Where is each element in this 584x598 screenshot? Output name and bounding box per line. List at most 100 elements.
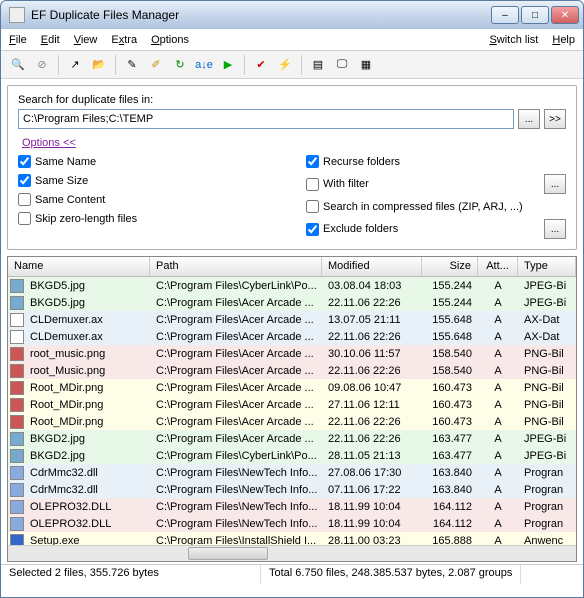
menu-help[interactable]: Help <box>552 34 575 46</box>
col-type[interactable]: Type <box>518 257 576 276</box>
list-body[interactable]: BKGD5.jpgC:\Program Files\CyberLink\Po..… <box>8 277 576 545</box>
cell-att: A <box>478 535 518 546</box>
cell-att: A <box>478 416 518 428</box>
cell-att: A <box>478 433 518 445</box>
sort-button[interactable]: a↓e <box>193 54 215 76</box>
menu-view[interactable]: View <box>74 34 98 46</box>
table-row[interactable]: BKGD2.jpgC:\Program Files\Acer Arcade ..… <box>8 430 576 447</box>
refresh-icon: ↻ <box>175 58 184 71</box>
search-label: Search for duplicate files in: <box>18 94 566 106</box>
table-row[interactable]: OLEPRO32.DLLC:\Program Files\NewTech Inf… <box>8 515 576 532</box>
col-name[interactable]: Name <box>8 257 150 276</box>
table-row[interactable]: CdrMmc32.dllC:\Program Files\NewTech Inf… <box>8 464 576 481</box>
table-row[interactable]: CdrMmc32.dllC:\Program Files\NewTech Inf… <box>8 481 576 498</box>
exclude-config-button[interactable]: ... <box>544 219 566 239</box>
table-row[interactable]: BKGD5.jpgC:\Program Files\Acer Arcade ..… <box>8 294 576 311</box>
menu-options[interactable]: Options <box>151 34 189 46</box>
cell-name: BKGD5.jpg <box>24 297 150 309</box>
col-attributes[interactable]: Att... <box>478 257 518 276</box>
search-button[interactable]: 🔍 <box>7 54 29 76</box>
brush-button[interactable]: ✐ <box>145 54 167 76</box>
cell-modified: 03.08.04 18:03 <box>322 280 422 292</box>
cell-name: CdrMmc32.dll <box>24 484 150 496</box>
menu-switch-list[interactable]: Switch list <box>489 34 538 46</box>
stop-button[interactable]: ⊘ <box>31 54 53 76</box>
opt-with-filter[interactable]: With filter <box>306 178 540 191</box>
menu-file[interactable]: File <box>9 34 27 46</box>
horizontal-scrollbar[interactable] <box>8 545 576 561</box>
edit-button[interactable]: ✎ <box>121 54 143 76</box>
cell-att: A <box>478 382 518 394</box>
table-row[interactable]: Root_MDir.pngC:\Program Files\Acer Arcad… <box>8 379 576 396</box>
flash-button[interactable]: ⚡ <box>274 54 296 76</box>
options-toggle[interactable]: Options << <box>22 137 76 149</box>
opt-same-content[interactable]: Same Content <box>18 193 306 206</box>
search-panel: Search for duplicate files in: ... >> Op… <box>7 85 577 250</box>
browse-button[interactable]: ... <box>518 109 540 129</box>
opt-same-name[interactable]: Same Name <box>18 155 306 168</box>
col-modified[interactable]: Modified <box>322 257 422 276</box>
export-button[interactable]: ▦ <box>355 54 377 76</box>
col-path[interactable]: Path <box>150 257 322 276</box>
app-icon <box>9 7 25 23</box>
opt-recurse[interactable]: Recurse folders <box>306 155 566 168</box>
refresh-button[interactable]: ↻ <box>169 54 191 76</box>
file-icon <box>10 534 24 546</box>
opt-compressed[interactable]: Search in compressed files (ZIP, ARJ, ..… <box>306 200 566 213</box>
folder-button[interactable]: 📂 <box>88 54 110 76</box>
cell-modified: 27.08.06 17:30 <box>322 467 422 479</box>
cell-modified: 28.11.00 03:23 <box>322 535 422 546</box>
maximize-button[interactable]: □ <box>521 6 549 24</box>
file-icon <box>10 432 24 446</box>
table-row[interactable]: Root_MDir.pngC:\Program Files\Acer Arcad… <box>8 396 576 413</box>
cell-size: 155.244 <box>422 280 478 292</box>
cell-modified: 30.10.06 11:57 <box>322 348 422 360</box>
go-button[interactable]: ▶ <box>217 54 239 76</box>
cell-name: root_Music.png <box>24 365 150 377</box>
cell-type: Progran <box>518 484 576 496</box>
cell-size: 165.888 <box>422 535 478 546</box>
menu-extra[interactable]: Extra <box>111 34 137 46</box>
cell-name: OLEPRO32.DLL <box>24 518 150 530</box>
table-row[interactable]: CLDemuxer.axC:\Program Files\Acer Arcade… <box>8 328 576 345</box>
cell-name: Root_MDir.png <box>24 399 150 411</box>
table-row[interactable]: Root_MDir.pngC:\Program Files\Acer Arcad… <box>8 413 576 430</box>
file-icon <box>10 398 24 412</box>
cell-path: C:\Program Files\Acer Arcade ... <box>150 331 322 343</box>
col-size[interactable]: Size <box>422 257 478 276</box>
open-button[interactable]: ↗ <box>64 54 86 76</box>
cell-path: C:\Program Files\NewTech Info... <box>150 484 322 496</box>
cell-att: A <box>478 348 518 360</box>
path-input[interactable] <box>18 109 514 129</box>
table-row[interactable]: BKGD5.jpgC:\Program Files\CyberLink\Po..… <box>8 277 576 294</box>
filter-config-button[interactable]: ... <box>544 174 566 194</box>
scrollbar-thumb[interactable] <box>188 547 268 560</box>
cell-modified: 07.11.06 17:22 <box>322 484 422 496</box>
opt-same-size[interactable]: Same Size <box>18 174 306 187</box>
table-row[interactable]: OLEPRO32.DLLC:\Program Files\NewTech Inf… <box>8 498 576 515</box>
cell-type: PNG-Bil <box>518 416 576 428</box>
opt-exclude-folders[interactable]: Exclude folders <box>306 223 540 236</box>
display-button[interactable]: 🖵 <box>331 54 353 76</box>
opt-skip-zero[interactable]: Skip zero-length files <box>18 212 306 225</box>
doc-button[interactable]: ▤ <box>307 54 329 76</box>
cell-type: AX-Dat <box>518 314 576 326</box>
file-icon <box>10 466 24 480</box>
cell-type: Progran <box>518 467 576 479</box>
minimize-button[interactable]: – <box>491 6 519 24</box>
cell-size: 164.112 <box>422 518 478 530</box>
file-icon <box>10 500 24 514</box>
cell-size: 158.540 <box>422 365 478 377</box>
check-button[interactable]: ✔ <box>250 54 272 76</box>
close-button[interactable]: ✕ <box>551 6 579 24</box>
cell-att: A <box>478 331 518 343</box>
table-row[interactable]: root_Music.pngC:\Program Files\Acer Arca… <box>8 362 576 379</box>
table-row[interactable]: Setup.exeC:\Program Files\InstallShield … <box>8 532 576 545</box>
table-row[interactable]: CLDemuxer.axC:\Program Files\Acer Arcade… <box>8 311 576 328</box>
expand-button[interactable]: >> <box>544 109 566 129</box>
cell-path: C:\Program Files\NewTech Info... <box>150 518 322 530</box>
table-row[interactable]: BKGD2.jpgC:\Program Files\CyberLink\Po..… <box>8 447 576 464</box>
cell-modified: 27.11.06 12:11 <box>322 399 422 411</box>
menu-edit[interactable]: Edit <box>41 34 60 46</box>
table-row[interactable]: root_music.pngC:\Program Files\Acer Arca… <box>8 345 576 362</box>
